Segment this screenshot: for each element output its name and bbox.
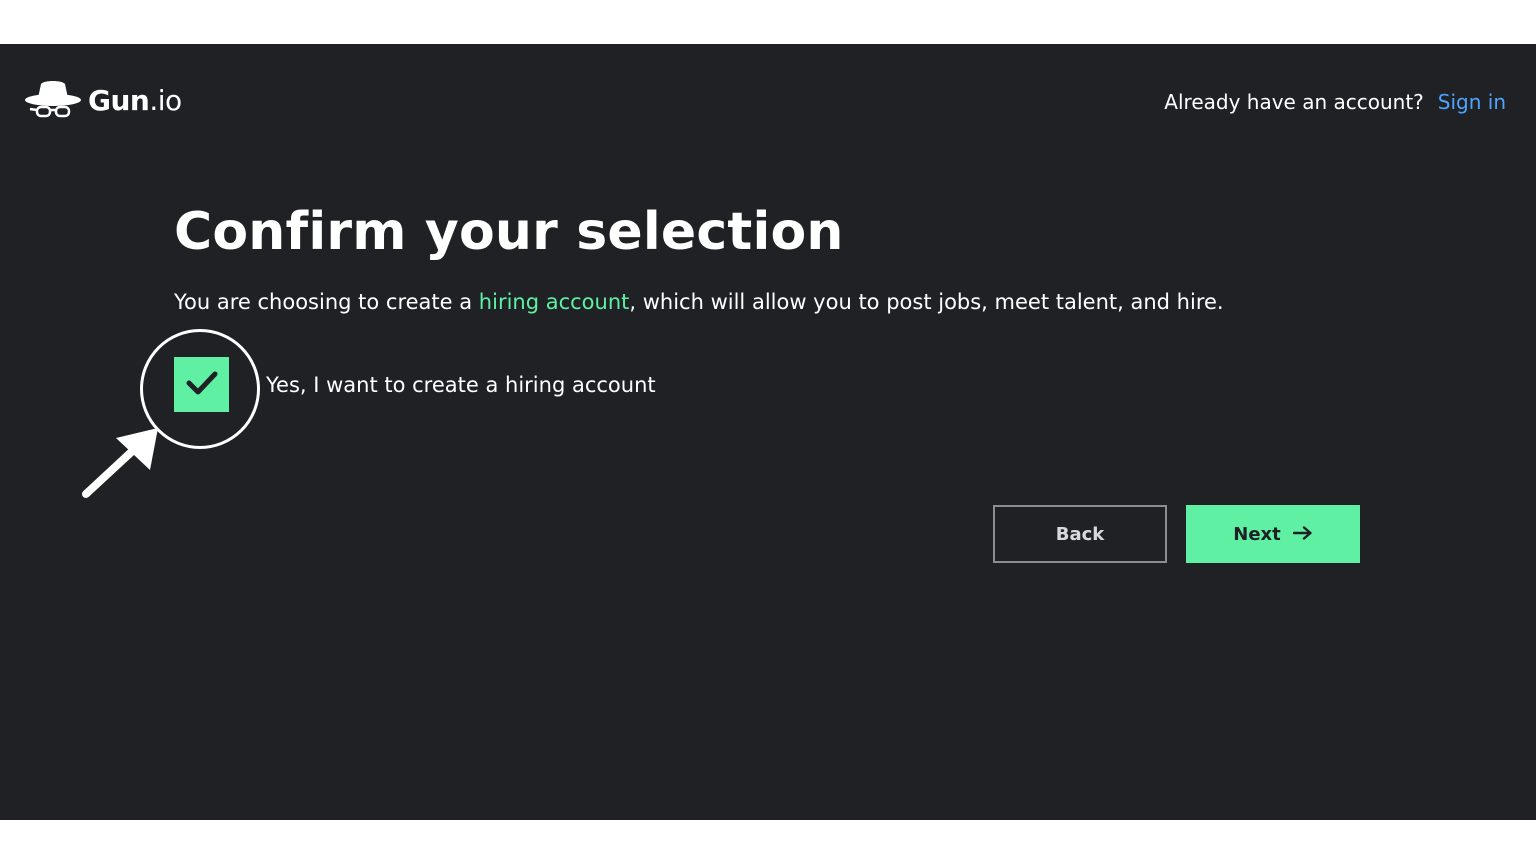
desc-text-before: You are choosing to create a [174, 290, 479, 314]
signup-page: Gun.io Already have an account? Sign in … [0, 44, 1536, 820]
next-button-label: Next [1233, 523, 1281, 545]
back-button-label: Back [1055, 523, 1105, 545]
arrow-right-icon [1292, 524, 1313, 545]
account-prompt-text: Already have an account? [1164, 90, 1424, 114]
logo-text-bold: Gun [88, 83, 150, 117]
next-button[interactable]: Next [1186, 505, 1360, 563]
logo-wordmark: Gun.io [88, 84, 182, 117]
signin-link[interactable]: Sign in [1438, 90, 1506, 114]
confirm-checkbox-row: Yes, I want to create a hiring account [174, 357, 656, 412]
checkmark-icon [186, 370, 218, 400]
hiring-account-highlight: hiring account [478, 290, 630, 314]
page-title: Confirm your selection [174, 202, 844, 262]
page-description: You are choosing to create a hiring acco… [174, 290, 1224, 314]
signin-prompt: Already have an account? Sign in [1164, 90, 1506, 114]
confirm-checkbox[interactable] [174, 357, 229, 412]
desc-text-after: , which will allow you to post jobs, mee… [629, 290, 1224, 314]
confirm-checkbox-label[interactable]: Yes, I want to create a hiring account [266, 373, 656, 397]
gun-io-logo[interactable]: Gun.io [24, 80, 182, 120]
back-button[interactable]: Back [993, 505, 1167, 563]
pointer-arrow-annotation [78, 424, 168, 508]
hat-glasses-icon [24, 80, 82, 120]
logo-text-thin: .io [149, 83, 182, 117]
